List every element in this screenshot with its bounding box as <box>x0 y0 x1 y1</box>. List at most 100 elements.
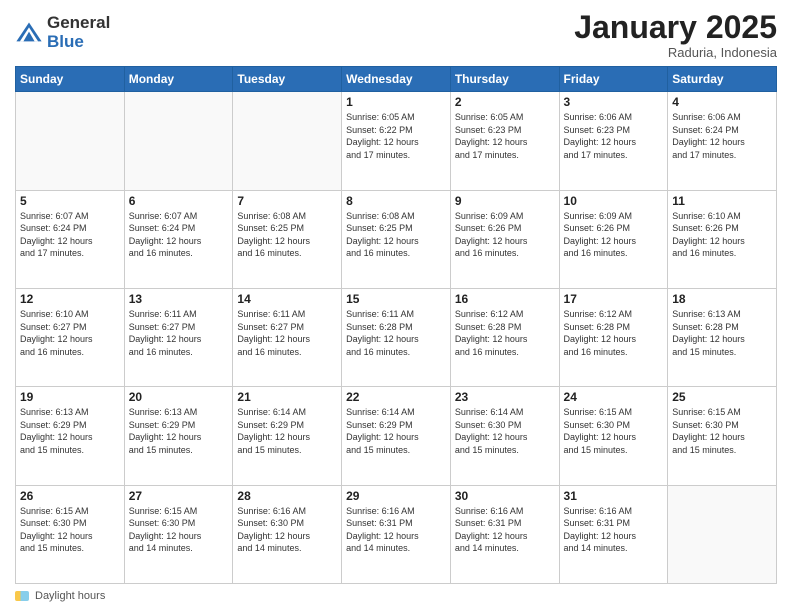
day-number: 3 <box>564 95 664 109</box>
calendar-header-row: SundayMondayTuesdayWednesdayThursdayFrid… <box>16 67 777 92</box>
day-number: 30 <box>455 489 555 503</box>
day-number: 8 <box>346 194 446 208</box>
location-subtitle: Raduria, Indonesia <box>574 45 777 60</box>
day-info: Sunrise: 6:07 AM Sunset: 6:24 PM Dayligh… <box>129 210 229 260</box>
day-number: 7 <box>237 194 337 208</box>
page: General Blue January 2025 Raduria, Indon… <box>0 0 792 612</box>
day-number: 15 <box>346 292 446 306</box>
daylight-icon <box>15 591 29 601</box>
day-info: Sunrise: 6:05 AM Sunset: 6:22 PM Dayligh… <box>346 111 446 161</box>
day-number: 4 <box>672 95 772 109</box>
day-number: 25 <box>672 390 772 404</box>
calendar-cell: 17 Sunrise: 6:12 AM Sunset: 6:28 PM Dayli… <box>559 288 668 386</box>
col-header-saturday: Saturday <box>668 67 777 92</box>
calendar-cell: 9Sunrise: 6:09 AM Sunset: 6:26 PM Daylig… <box>450 190 559 288</box>
day-info: Sunrise: 6:12 AM Sunset: 6:28 PM Dayligh… <box>564 308 664 358</box>
calendar-week-5: 26 Sunrise: 6:15 AM Sunset: 6:30 PM Dayli… <box>16 485 777 583</box>
day-number: 6 <box>129 194 229 208</box>
day-info: Sunrise: 6:16 AM Sunset: 6:30 PM Dayligh… <box>237 505 337 555</box>
day-info: Sunrise: 6:14 AM Sunset: 6:30 PM Dayligh… <box>455 406 555 456</box>
calendar-cell: 16 Sunrise: 6:12 AM Sunset: 6:28 PM Dayli… <box>450 288 559 386</box>
col-header-thursday: Thursday <box>450 67 559 92</box>
calendar-cell: 21 Sunrise: 6:14 AM Sunset: 6:29 PM Dayli… <box>233 387 342 485</box>
calendar-cell: 14Sunrise: 6:11 AM Sunset: 6:27 PM Dayli… <box>233 288 342 386</box>
day-info: Sunrise: 6:07 AM Sunset: 6:24 PM Dayligh… <box>20 210 120 260</box>
day-number: 31 <box>564 489 664 503</box>
header: General Blue January 2025 Raduria, Indon… <box>15 10 777 60</box>
calendar-week-4: 19 Sunrise: 6:13 AM Sunset: 6:29 PM Dayli… <box>16 387 777 485</box>
calendar-cell: 26 Sunrise: 6:15 AM Sunset: 6:30 PM Dayli… <box>16 485 125 583</box>
day-number: 17 <box>564 292 664 306</box>
day-info: Sunrise: 6:15 AM Sunset: 6:30 PM Dayligh… <box>129 505 229 555</box>
day-number: 26 <box>20 489 120 503</box>
calendar-week-1: 1Sunrise: 6:05 AM Sunset: 6:22 PM Daylig… <box>16 92 777 190</box>
calendar-cell: 6 Sunrise: 6:07 AM Sunset: 6:24 PM Daylig… <box>124 190 233 288</box>
day-info: Sunrise: 6:12 AM Sunset: 6:28 PM Dayligh… <box>455 308 555 358</box>
calendar-cell: 7Sunrise: 6:08 AM Sunset: 6:25 PM Daylig… <box>233 190 342 288</box>
day-number: 27 <box>129 489 229 503</box>
calendar-cell: 5 Sunrise: 6:07 AM Sunset: 6:24 PM Daylig… <box>16 190 125 288</box>
day-number: 18 <box>672 292 772 306</box>
calendar-cell: 23Sunrise: 6:14 AM Sunset: 6:30 PM Dayli… <box>450 387 559 485</box>
day-info: Sunrise: 6:14 AM Sunset: 6:29 PM Dayligh… <box>346 406 446 456</box>
calendar-week-2: 5 Sunrise: 6:07 AM Sunset: 6:24 PM Daylig… <box>16 190 777 288</box>
day-number: 13 <box>129 292 229 306</box>
day-info: Sunrise: 6:15 AM Sunset: 6:30 PM Dayligh… <box>564 406 664 456</box>
day-info: Sunrise: 6:08 AM Sunset: 6:25 PM Dayligh… <box>346 210 446 260</box>
logo-general: General <box>47 14 110 33</box>
calendar-cell: 12 Sunrise: 6:10 AM Sunset: 6:27 PM Dayli… <box>16 288 125 386</box>
col-header-tuesday: Tuesday <box>233 67 342 92</box>
day-info: Sunrise: 6:10 AM Sunset: 6:26 PM Dayligh… <box>672 210 772 260</box>
col-header-monday: Monday <box>124 67 233 92</box>
day-info: Sunrise: 6:16 AM Sunset: 6:31 PM Dayligh… <box>564 505 664 555</box>
calendar-cell: 25 Sunrise: 6:15 AM Sunset: 6:30 PM Dayli… <box>668 387 777 485</box>
day-info: Sunrise: 6:15 AM Sunset: 6:30 PM Dayligh… <box>20 505 120 555</box>
day-number: 20 <box>129 390 229 404</box>
day-number: 11 <box>672 194 772 208</box>
calendar-cell: 4 Sunrise: 6:06 AM Sunset: 6:24 PM Daylig… <box>668 92 777 190</box>
logo-text: General Blue <box>47 14 110 51</box>
calendar-cell: 2Sunrise: 6:05 AM Sunset: 6:23 PM Daylig… <box>450 92 559 190</box>
calendar-cell: 20 Sunrise: 6:13 AM Sunset: 6:29 PM Dayli… <box>124 387 233 485</box>
day-number: 29 <box>346 489 446 503</box>
calendar-cell <box>124 92 233 190</box>
calendar-cell: 15Sunrise: 6:11 AM Sunset: 6:28 PM Dayli… <box>342 288 451 386</box>
day-info: Sunrise: 6:09 AM Sunset: 6:26 PM Dayligh… <box>455 210 555 260</box>
day-info: Sunrise: 6:15 AM Sunset: 6:30 PM Dayligh… <box>672 406 772 456</box>
col-header-wednesday: Wednesday <box>342 67 451 92</box>
day-number: 16 <box>455 292 555 306</box>
calendar-table: SundayMondayTuesdayWednesdayThursdayFrid… <box>15 66 777 584</box>
calendar-cell: 22 Sunrise: 6:14 AM Sunset: 6:29 PM Dayli… <box>342 387 451 485</box>
day-number: 5 <box>20 194 120 208</box>
day-number: 28 <box>237 489 337 503</box>
calendar-cell <box>233 92 342 190</box>
day-info: Sunrise: 6:14 AM Sunset: 6:29 PM Dayligh… <box>237 406 337 456</box>
calendar-cell: 31 Sunrise: 6:16 AM Sunset: 6:31 PM Dayli… <box>559 485 668 583</box>
day-number: 22 <box>346 390 446 404</box>
logo: General Blue <box>15 14 110 51</box>
day-info: Sunrise: 6:09 AM Sunset: 6:26 PM Dayligh… <box>564 210 664 260</box>
calendar-cell: 28 Sunrise: 6:16 AM Sunset: 6:30 PM Dayli… <box>233 485 342 583</box>
calendar-cell: 29 Sunrise: 6:16 AM Sunset: 6:31 PM Dayli… <box>342 485 451 583</box>
day-info: Sunrise: 6:16 AM Sunset: 6:31 PM Dayligh… <box>346 505 446 555</box>
day-number: 21 <box>237 390 337 404</box>
calendar-cell: 3Sunrise: 6:06 AM Sunset: 6:23 PM Daylig… <box>559 92 668 190</box>
day-info: Sunrise: 6:13 AM Sunset: 6:29 PM Dayligh… <box>129 406 229 456</box>
day-number: 19 <box>20 390 120 404</box>
col-header-sunday: Sunday <box>16 67 125 92</box>
calendar-week-3: 12 Sunrise: 6:10 AM Sunset: 6:27 PM Dayli… <box>16 288 777 386</box>
day-number: 24 <box>564 390 664 404</box>
day-number: 12 <box>20 292 120 306</box>
calendar-cell: 27 Sunrise: 6:15 AM Sunset: 6:30 PM Dayli… <box>124 485 233 583</box>
month-title: January 2025 <box>574 10 777 45</box>
footer-label: Daylight hours <box>35 590 105 602</box>
logo-blue: Blue <box>47 33 110 52</box>
footer: Daylight hours <box>15 590 777 602</box>
calendar-cell: 18Sunrise: 6:13 AM Sunset: 6:28 PM Dayli… <box>668 288 777 386</box>
day-info: Sunrise: 6:06 AM Sunset: 6:24 PM Dayligh… <box>672 111 772 161</box>
calendar-cell: 30Sunrise: 6:16 AM Sunset: 6:31 PM Dayli… <box>450 485 559 583</box>
logo-icon <box>15 19 43 47</box>
day-info: Sunrise: 6:11 AM Sunset: 6:27 PM Dayligh… <box>129 308 229 358</box>
day-info: Sunrise: 6:10 AM Sunset: 6:27 PM Dayligh… <box>20 308 120 358</box>
calendar-cell: 10Sunrise: 6:09 AM Sunset: 6:26 PM Dayli… <box>559 190 668 288</box>
